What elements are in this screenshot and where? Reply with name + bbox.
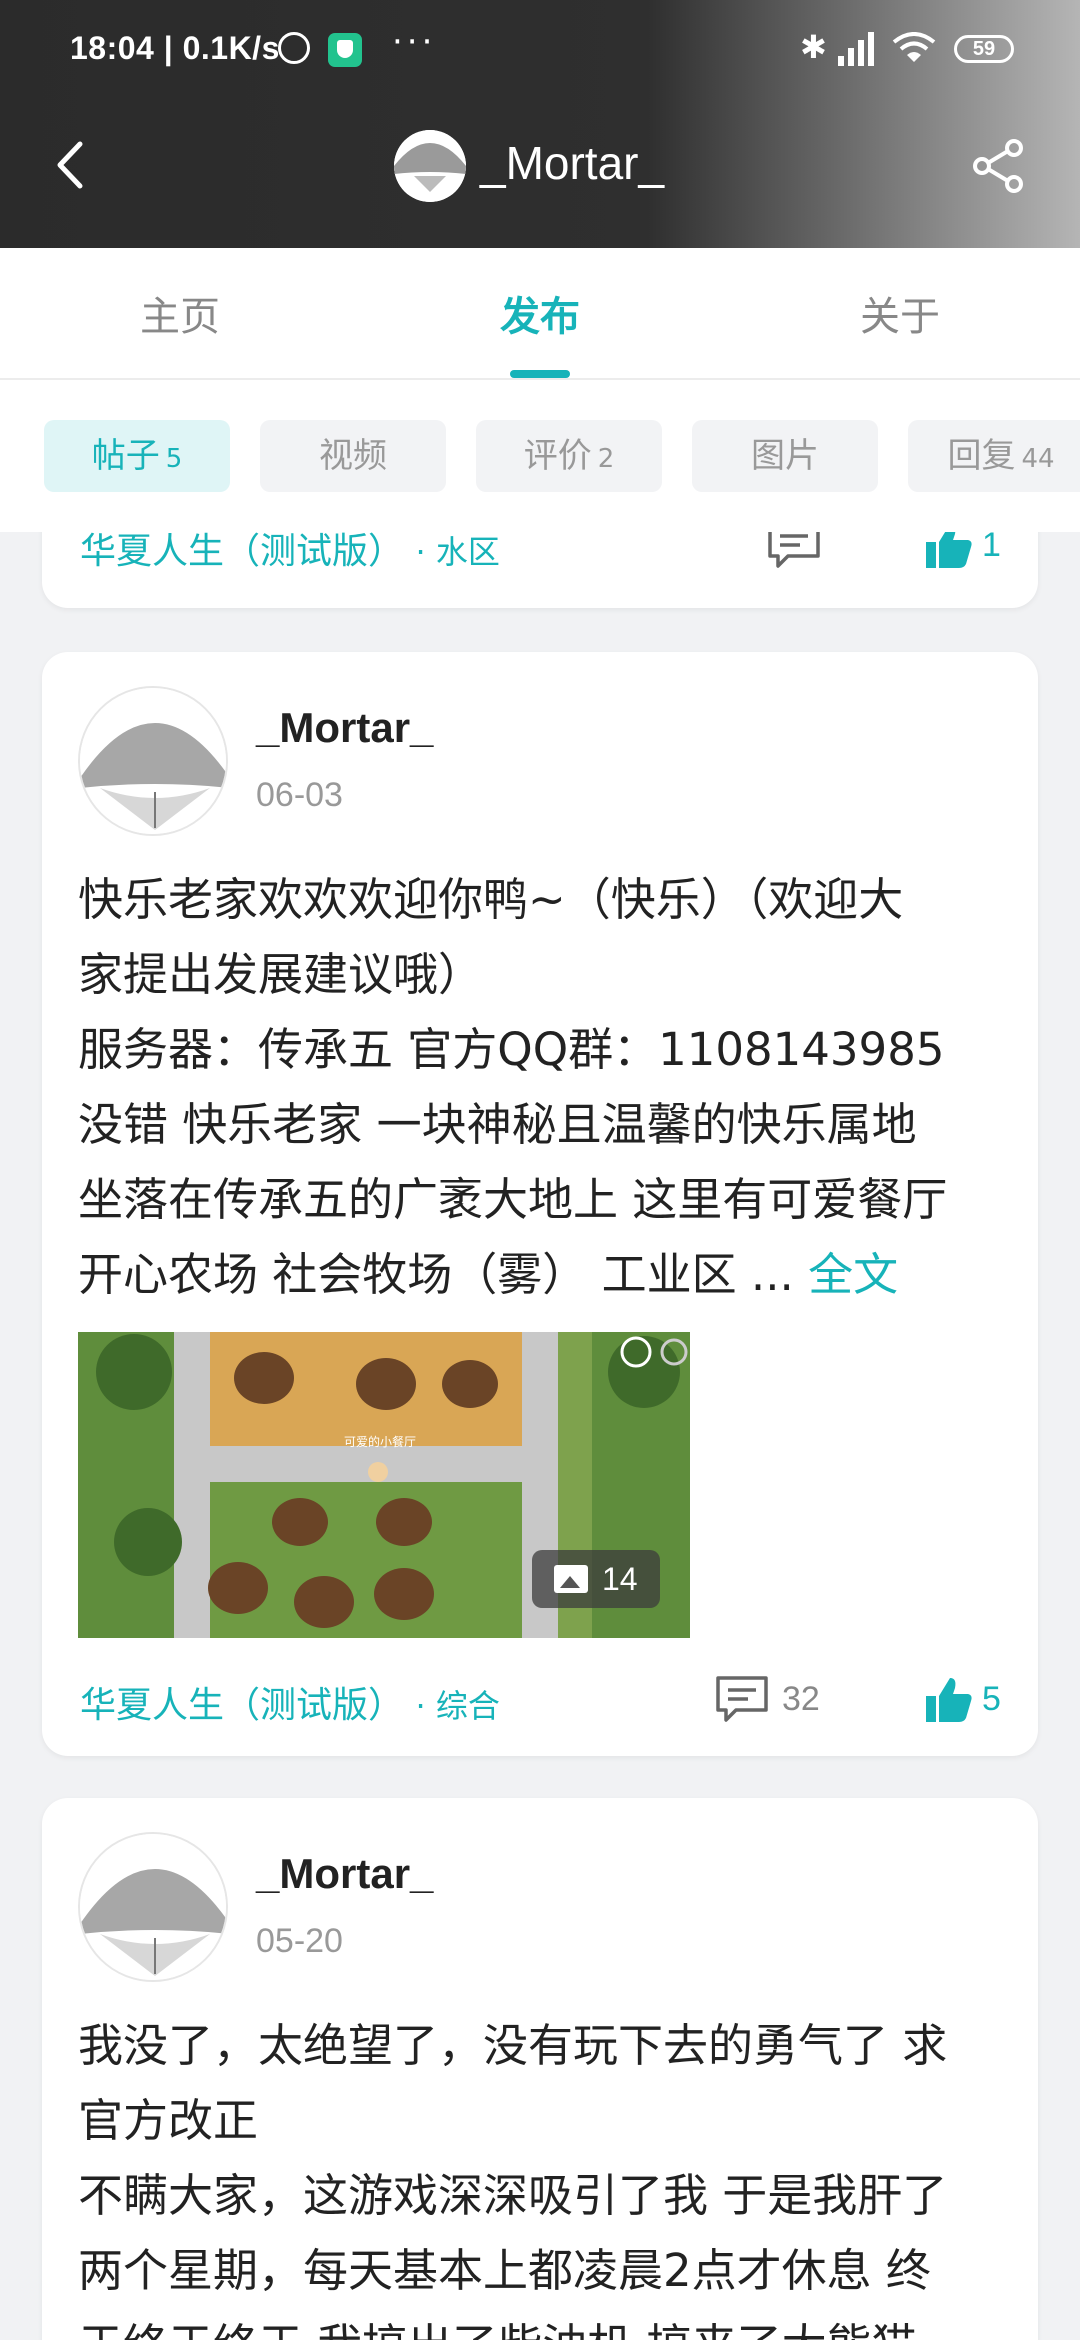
wifi-icon bbox=[892, 32, 936, 62]
chip-label: 评价 bbox=[523, 436, 592, 476]
content-line: 没错 快乐老家 一块神秘且温馨的快乐属地 bbox=[78, 1098, 917, 1151]
author-avatar[interactable] bbox=[78, 686, 228, 836]
security-shield-icon bbox=[328, 33, 362, 67]
content-line: 开心农场 社会牧场（雾） 工业区 ... bbox=[78, 1248, 794, 1301]
forum-section: · 综合 bbox=[415, 1687, 500, 1725]
chip-count: 44 bbox=[1021, 444, 1055, 474]
author-avatar[interactable] bbox=[78, 1832, 228, 1982]
image-count-badge: 14 bbox=[532, 1550, 660, 1608]
chip-label: 图片 bbox=[751, 436, 819, 476]
chip-posts[interactable]: 帖子 5 bbox=[44, 420, 230, 492]
forum-name: 华夏人生（测试版） bbox=[80, 531, 405, 572]
profile-avatar[interactable] bbox=[394, 130, 466, 202]
status-bar: 18:04 | 0.1K/s ··· ✱ 59 bbox=[0, 0, 1080, 100]
post-date: 05-20 bbox=[256, 1922, 343, 1960]
chip-count: 5 bbox=[165, 444, 183, 474]
content-line: 不瞒大家，这游戏深深吸引了我 于是我肝了 bbox=[78, 2169, 948, 2222]
content-line: 两个星期，每天基本上都凌晨2点才休息 终 bbox=[78, 2244, 931, 2297]
image-caption: 可爱的小餐厅 bbox=[344, 1434, 416, 1449]
post-card[interactable]: _Mortar_ 06-03 快乐老家欢欢欢迎你鸭~（快乐）（欢迎大 家提出发展… bbox=[42, 652, 1038, 1756]
post-forum-link[interactable]: 华夏人生（测试版） · 综合 bbox=[80, 1676, 500, 1728]
chip-videos[interactable]: 视频 bbox=[260, 420, 446, 492]
chip-replies[interactable]: 回复 44 bbox=[908, 420, 1080, 492]
more-notifications-icon: ··· bbox=[392, 22, 437, 62]
back-icon[interactable] bbox=[48, 140, 98, 190]
forum-section: · 水区 bbox=[415, 533, 500, 571]
content-line: 官方改正 bbox=[78, 2094, 259, 2147]
read-more-link[interactable]: 全文 bbox=[808, 1248, 898, 1301]
bluetooth-icon: ✱ bbox=[800, 28, 827, 66]
profile-tabs: 主页 发布 关于 bbox=[0, 248, 1080, 380]
share-icon[interactable] bbox=[968, 136, 1028, 196]
post-card[interactable]: _Mortar_ 05-20 我没了，太绝望了，没有玩下去的勇气了 求 官方改正… bbox=[42, 1798, 1038, 2340]
battery-icon: 59 bbox=[954, 35, 1014, 63]
post-image[interactable]: 可爱的小餐厅 14 bbox=[78, 1332, 690, 1638]
author-name[interactable]: _Mortar_ bbox=[256, 704, 433, 752]
chip-images[interactable]: 图片 bbox=[692, 420, 878, 492]
alarm-icon bbox=[278, 32, 310, 64]
active-tab-indicator bbox=[510, 370, 570, 378]
like-icon[interactable] bbox=[922, 1674, 974, 1726]
chip-reviews[interactable]: 评价 2 bbox=[476, 420, 662, 492]
post-content[interactable]: 我没了，太绝望了，没有玩下去的勇气了 求 官方改正 不瞒大家，这游戏深深吸引了我… bbox=[78, 2008, 1008, 2340]
content-line: 于终于终于 我搞出了柴油机 搞来了大熊猫 bbox=[78, 2308, 1008, 2340]
status-time: 18:04 | 0.1K/s bbox=[70, 30, 280, 66]
chip-count: 2 bbox=[597, 444, 615, 474]
post-date: 06-03 bbox=[256, 776, 343, 814]
chip-label: 视频 bbox=[319, 436, 387, 476]
chip-label: 回复 bbox=[947, 436, 1016, 476]
post-content[interactable]: 快乐老家欢欢欢迎你鸭~（快乐）（欢迎大 家提出发展建议哦） 服务器：传承五 官方… bbox=[78, 862, 1008, 1312]
content-line: 家提出发展建议哦） bbox=[78, 948, 484, 1001]
content-line: 我没了，太绝望了，没有玩下去的勇气了 求 bbox=[78, 2019, 948, 2072]
image-count: 14 bbox=[602, 1561, 638, 1597]
tab-posts[interactable]: 发布 bbox=[500, 284, 580, 342]
tab-home[interactable]: 主页 bbox=[140, 284, 220, 342]
profile-navbar: _Mortar_ bbox=[0, 110, 1080, 220]
image-icon bbox=[554, 1565, 588, 1593]
like-count: 5 bbox=[982, 1680, 1001, 1718]
comment-count: 32 bbox=[782, 1680, 820, 1718]
content-line: 快乐老家欢欢欢迎你鸭~（快乐）（欢迎大 bbox=[78, 873, 904, 926]
comment-icon[interactable] bbox=[714, 1674, 770, 1724]
signal-icon bbox=[838, 30, 878, 66]
author-name[interactable]: _Mortar_ bbox=[256, 1850, 433, 1898]
app-header: 18:04 | 0.1K/s ··· ✱ 59 _Mortar_ bbox=[0, 0, 1080, 248]
content-line: 服务器：传承五 官方QQ群：1108143985 bbox=[78, 1023, 945, 1076]
tab-about[interactable]: 关于 bbox=[860, 284, 940, 342]
chip-label: 帖子 bbox=[91, 436, 160, 476]
content-filter-chips: 帖子 5 视频 评价 2 图片 回复 44 bbox=[0, 380, 1080, 532]
forum-name: 华夏人生（测试版） bbox=[80, 1685, 405, 1726]
content-line: 坐落在传承五的广袤大地上 这里有可爱餐厅 bbox=[78, 1173, 948, 1226]
profile-title: _Mortar_ bbox=[480, 137, 665, 189]
